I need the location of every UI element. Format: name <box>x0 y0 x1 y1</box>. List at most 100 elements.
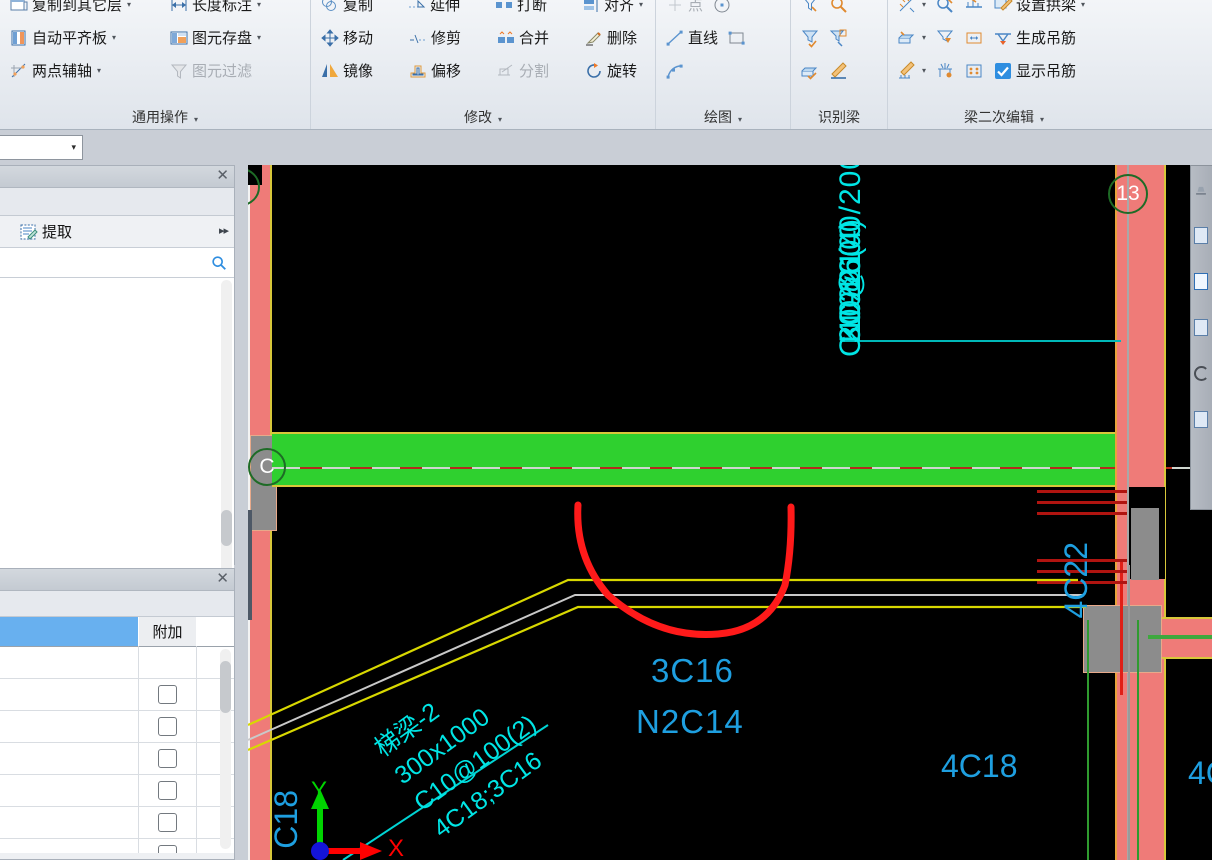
row-value-cell[interactable] <box>0 743 139 774</box>
navigator-scrollbar-thumb[interactable] <box>221 510 232 546</box>
chevron-down-icon[interactable]: ▾ <box>922 0 926 9</box>
box-icon[interactable] <box>1194 226 1208 244</box>
axis-bubble-13[interactable]: 13 <box>1108 174 1148 214</box>
append-checkbox[interactable] <box>158 685 177 704</box>
table-row[interactable] <box>0 807 234 839</box>
merge-button[interactable]: 合并 <box>493 25 581 50</box>
row-append-cell[interactable] <box>139 743 197 774</box>
table-row[interactable] <box>0 743 234 775</box>
align-button[interactable]: 对齐 ▾ <box>578 0 649 17</box>
row-value-cell[interactable] <box>0 775 139 806</box>
close-icon[interactable]: ✕ <box>216 571 229 587</box>
beam-range-button[interactable] <box>961 26 990 50</box>
row-value-cell[interactable] <box>0 647 139 678</box>
navigator-scrollbar[interactable] <box>221 280 232 582</box>
search-icon[interactable] <box>210 254 228 272</box>
arc-icon[interactable] <box>1193 365 1209 381</box>
copy-button[interactable]: 复制 <box>317 0 404 17</box>
append-checkbox[interactable] <box>158 845 177 853</box>
point-button[interactable]: 点 <box>662 0 709 17</box>
row-value-cell[interactable] <box>0 807 139 838</box>
show-hanging-rebar-checkbox[interactable]: 显示吊筋 <box>990 58 1082 83</box>
right-floating-toolbar[interactable] <box>1190 165 1212 510</box>
extract-button[interactable]: 提取 <box>16 218 79 245</box>
element-filter-button[interactable]: 图元过滤 <box>166 58 258 83</box>
row-value-cell[interactable] <box>0 839 139 853</box>
beam-dots-button[interactable] <box>961 59 990 83</box>
float-tool-2[interactable] <box>1191 212 1211 258</box>
properties-scrollbar[interactable] <box>220 649 231 849</box>
query-beam-button[interactable] <box>932 0 961 17</box>
split-button[interactable]: 分割 <box>493 58 581 83</box>
auto-flat-slab-button[interactable]: 自动平齐板 ▾ <box>6 25 166 50</box>
cad-drawing-canvas[interactable]: KL-16(4) 300x600 C10@100/200 2C22 3C16 N… <box>248 165 1212 860</box>
chevron-down-icon[interactable]: ▾ <box>112 33 116 42</box>
append-checkbox[interactable] <box>158 813 177 832</box>
grid-header-value[interactable]: 值 <box>0 617 139 647</box>
two-point-aux-axis-button[interactable]: 两点辅轴 ▾ <box>6 58 166 83</box>
row-value-cell[interactable] <box>0 711 139 742</box>
property-combo-box[interactable]: ▾ <box>0 135 83 160</box>
set-arch-beam-button[interactable]: 设置拱梁 ▾ <box>990 0 1091 17</box>
extract-beam-edge-button[interactable] <box>797 0 826 17</box>
navigator-tree-body[interactable] <box>0 278 234 584</box>
line-button[interactable]: 直线 <box>662 25 724 50</box>
chevron-down-icon[interactable]: ▾ <box>71 142 76 153</box>
circle-button[interactable] <box>709 0 738 17</box>
box-icon[interactable] <box>1194 318 1208 336</box>
chevron-down-icon[interactable]: ▾ <box>738 115 742 124</box>
move-button[interactable]: 移动 <box>317 25 405 50</box>
row-append-cell[interactable] <box>139 839 197 853</box>
append-checkbox[interactable] <box>158 781 177 800</box>
edit-beam-rebar-button[interactable] <box>826 59 855 83</box>
search-input[interactable] <box>0 251 210 274</box>
row-append-cell[interactable] <box>139 679 197 710</box>
row-append-cell[interactable] <box>139 647 197 678</box>
axis-bubble-c[interactable]: C <box>248 448 286 486</box>
chevron-down-icon[interactable]: ▾ <box>922 66 926 75</box>
chevron-down-icon[interactable]: ▾ <box>257 33 261 42</box>
float-tool-6[interactable] <box>1191 396 1211 442</box>
split-beam-button[interactable] <box>932 26 961 50</box>
checkbox-checked-icon[interactable] <box>993 61 1013 81</box>
extract-beam-mark-button[interactable] <box>826 0 855 17</box>
float-tool-1[interactable] <box>1191 166 1211 212</box>
chevron-down-icon[interactable]: ▾ <box>639 0 643 9</box>
break-button[interactable]: 打断 <box>491 0 578 17</box>
box-icon[interactable] <box>1194 410 1208 428</box>
check-beam-button[interactable] <box>797 59 826 83</box>
chevron-down-icon[interactable]: ▾ <box>97 66 101 75</box>
properties-scrollbar-thumb[interactable] <box>220 661 231 713</box>
archive-button[interactable]: 存档 <box>0 218 8 245</box>
chevron-down-icon[interactable]: ▾ <box>257 0 261 9</box>
chevron-down-icon[interactable]: ▾ <box>194 115 198 124</box>
chevron-down-icon[interactable]: ▾ <box>1081 0 1085 9</box>
row-value-cell[interactable] <box>0 679 139 710</box>
expand-chevron-icon[interactable]: ▸▸ <box>219 224 229 237</box>
box-selected-icon[interactable] <box>1194 272 1208 290</box>
apply-same-rebar-button[interactable]: ▾ <box>894 0 932 17</box>
grid-header-append[interactable]: 附加 <box>139 617 197 647</box>
row-append-cell[interactable] <box>139 775 197 806</box>
chevron-down-icon[interactable]: ▾ <box>1040 115 1044 124</box>
row-append-cell[interactable] <box>139 807 197 838</box>
stamp-icon[interactable] <box>1194 182 1208 196</box>
close-icon[interactable]: ✕ <box>216 168 229 184</box>
float-tool-3[interactable] <box>1191 258 1211 304</box>
element-save-button[interactable]: 图元存盘 ▾ <box>166 25 267 50</box>
float-tool-4[interactable] <box>1191 304 1211 350</box>
canvas-left-collapse-handle[interactable] <box>248 510 252 620</box>
rotate-button[interactable]: 旋转 <box>581 58 643 83</box>
chevron-down-icon[interactable]: ▾ <box>922 33 926 42</box>
table-row[interactable] <box>0 775 234 807</box>
check-beam-node-button[interactable] <box>932 59 961 83</box>
extend-button[interactable]: 延伸 <box>404 0 491 17</box>
table-row[interactable] <box>0 679 234 711</box>
polyline-button[interactable] <box>662 59 691 83</box>
auto-identify-beam-button[interactable] <box>797 26 826 50</box>
table-row[interactable] <box>0 647 234 679</box>
generate-hanging-rebar-button[interactable]: 生成吊筋 <box>990 25 1082 50</box>
chevron-down-icon[interactable]: ▾ <box>498 115 502 124</box>
append-checkbox[interactable] <box>158 717 177 736</box>
copy-to-other-layer-button[interactable]: 复制到其它层 ▾ <box>6 0 166 17</box>
